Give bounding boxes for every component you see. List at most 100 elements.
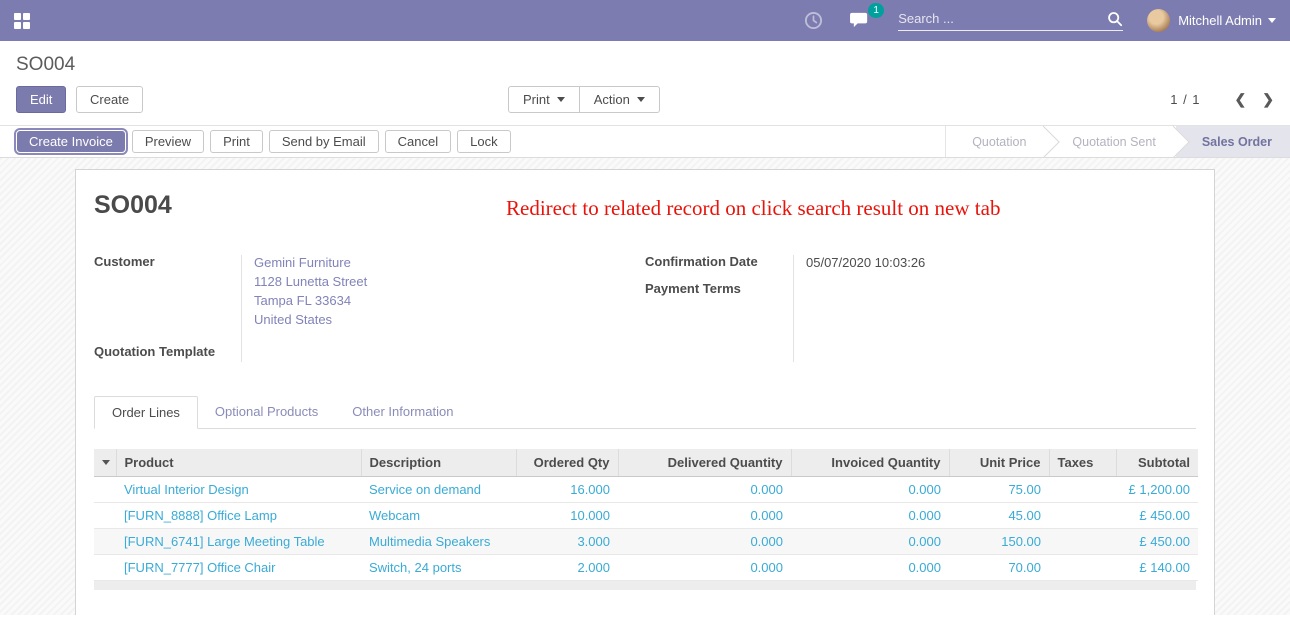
cell-unit-price[interactable]: 150.00	[949, 529, 1049, 555]
action-dropdown-button[interactable]: Action	[580, 86, 660, 113]
table-header-row: Product Description Ordered Qty Delivere…	[94, 449, 1198, 477]
table-row[interactable]: [FURN_7777] Office Chair Switch, 24 port…	[94, 555, 1198, 581]
tab-optional-products[interactable]: Optional Products	[198, 396, 335, 429]
lock-button[interactable]: Lock	[457, 130, 510, 153]
user-name: Mitchell Admin	[1178, 13, 1262, 28]
message-count-badge: 1	[868, 3, 884, 18]
caret-down-icon[interactable]	[102, 460, 110, 469]
cell-taxes[interactable]	[1049, 503, 1116, 529]
cell-product[interactable]: [FURN_8888] Office Lamp	[116, 503, 361, 529]
cell-ordered-qty[interactable]: 3.000	[516, 529, 618, 555]
cell-unit-price[interactable]: 45.00	[949, 503, 1049, 529]
user-avatar	[1147, 9, 1170, 32]
chevron-right-icon[interactable]: ❯	[1262, 91, 1274, 108]
col-description[interactable]: Description	[361, 449, 516, 477]
user-menu[interactable]: Mitchell Admin	[1147, 9, 1276, 32]
messages-chat-icon[interactable]: 1	[849, 11, 872, 30]
customer-name-link[interactable]: Gemini Furniture	[254, 253, 367, 272]
sale-order-sheet: SO004 Redirect to related record on clic…	[75, 169, 1215, 615]
customer-value: Gemini Furniture 1128 Lunetta Street Tam…	[241, 253, 367, 329]
cell-unit-price[interactable]: 70.00	[949, 555, 1049, 581]
cell-delivered-qty[interactable]: 0.000	[618, 529, 791, 555]
form-view-background: SO004 Redirect to related record on clic…	[0, 158, 1290, 615]
apps-menu-icon[interactable]	[14, 13, 30, 29]
cell-subtotal[interactable]: £ 1,200.00	[1116, 477, 1198, 503]
notebook-tabs: Order Lines Optional Products Other Info…	[94, 396, 1196, 429]
table-row[interactable]: [FURN_8888] Office Lamp Webcam 10.000 0.…	[94, 503, 1198, 529]
cell-invoiced-qty[interactable]: 0.000	[791, 503, 949, 529]
payment-terms-label: Payment Terms	[645, 280, 793, 296]
chevron-down-icon	[557, 97, 565, 106]
cell-description[interactable]: Service on demand	[361, 477, 516, 503]
send-by-email-button[interactable]: Send by Email	[269, 130, 379, 153]
tab-other-information[interactable]: Other Information	[335, 396, 470, 429]
create-invoice-button[interactable]: Create Invoice	[16, 130, 126, 153]
cell-delivered-qty[interactable]: 0.000	[618, 555, 791, 581]
cell-ordered-qty[interactable]: 16.000	[516, 477, 618, 503]
field-separator-line	[241, 255, 242, 362]
cell-product[interactable]: [FURN_7777] Office Chair	[116, 555, 361, 581]
col-product[interactable]: Product	[116, 449, 361, 477]
quotation-template-label: Quotation Template	[94, 343, 241, 359]
state-quotation-sent[interactable]: Quotation Sent	[1046, 126, 1175, 157]
cell-unit-price[interactable]: 75.00	[949, 477, 1049, 503]
cell-description[interactable]: Webcam	[361, 503, 516, 529]
table-row[interactable]: [FURN_6741] Large Meeting Table Multimed…	[94, 529, 1198, 555]
cell-product[interactable]: [FURN_6741] Large Meeting Table	[116, 529, 361, 555]
cell-invoiced-qty[interactable]: 0.000	[791, 529, 949, 555]
cell-invoiced-qty[interactable]: 0.000	[791, 477, 949, 503]
chevron-down-icon	[1268, 18, 1276, 27]
column-toggle-cell[interactable]	[94, 449, 116, 477]
order-lines-table: Product Description Ordered Qty Delivere…	[94, 449, 1198, 581]
state-quotation[interactable]: Quotation	[946, 126, 1046, 157]
cell-product[interactable]: Virtual Interior Design	[116, 477, 361, 503]
create-button[interactable]: Create	[76, 86, 143, 113]
print-button[interactable]: Print	[210, 130, 263, 153]
cell-ordered-qty[interactable]: 2.000	[516, 555, 618, 581]
chevron-left-icon[interactable]: ❮	[1235, 91, 1247, 108]
cancel-button[interactable]: Cancel	[385, 130, 451, 153]
table-row[interactable]: Virtual Interior Design Service on deman…	[94, 477, 1198, 503]
record-pager: 1 / 1 ❮ ❯	[1170, 91, 1274, 108]
confirmation-date-label: Confirmation Date	[645, 253, 793, 272]
cell-taxes[interactable]	[1049, 555, 1116, 581]
field-separator-line	[793, 255, 794, 362]
payment-terms-value	[793, 280, 806, 296]
pager-value: 1 / 1	[1170, 92, 1200, 107]
cell-taxes[interactable]	[1049, 529, 1116, 555]
col-ordered-qty[interactable]: Ordered Qty	[516, 449, 618, 477]
magnifier-icon[interactable]	[1107, 11, 1123, 27]
cell-ordered-qty[interactable]: 10.000	[516, 503, 618, 529]
cell-delivered-qty[interactable]: 0.000	[618, 503, 791, 529]
print-dropdown-button[interactable]: Print	[508, 86, 580, 113]
edit-button[interactable]: Edit	[16, 86, 66, 113]
col-subtotal[interactable]: Subtotal	[1116, 449, 1198, 477]
table-footer-strip	[94, 581, 1196, 590]
cell-subtotal[interactable]: £ 450.00	[1116, 503, 1198, 529]
cell-description[interactable]: Multimedia Speakers	[361, 529, 516, 555]
customer-street-link[interactable]: 1128 Lunetta Street	[254, 272, 367, 291]
confirmation-date-value: 05/07/2020 10:03:26	[793, 253, 925, 272]
search-input[interactable]	[898, 11, 1107, 26]
chevron-down-icon	[637, 97, 645, 106]
col-unit-price[interactable]: Unit Price	[949, 449, 1049, 477]
cell-subtotal[interactable]: £ 450.00	[1116, 529, 1198, 555]
col-taxes[interactable]: Taxes	[1049, 449, 1116, 477]
tab-order-lines[interactable]: Order Lines	[94, 396, 198, 429]
cell-taxes[interactable]	[1049, 477, 1116, 503]
col-delivered-qty[interactable]: Delivered Quantity	[618, 449, 791, 477]
col-invoiced-qty[interactable]: Invoiced Quantity	[791, 449, 949, 477]
cell-invoiced-qty[interactable]: 0.000	[791, 555, 949, 581]
global-search[interactable]	[898, 11, 1123, 31]
statusbar: Create Invoice Preview Print Send by Ema…	[0, 125, 1290, 158]
customer-label: Customer	[94, 253, 241, 329]
preview-button[interactable]: Preview	[132, 130, 204, 153]
state-sales-order[interactable]: Sales Order	[1176, 126, 1290, 157]
cell-subtotal[interactable]: £ 140.00	[1116, 555, 1198, 581]
customer-city-link[interactable]: Tampa FL 33634	[254, 291, 367, 310]
cell-description[interactable]: Switch, 24 ports	[361, 555, 516, 581]
activities-clock-icon[interactable]	[804, 11, 823, 30]
quotation-template-value	[241, 343, 254, 359]
cell-delivered-qty[interactable]: 0.000	[618, 477, 791, 503]
customer-country-link[interactable]: United States	[254, 310, 367, 329]
